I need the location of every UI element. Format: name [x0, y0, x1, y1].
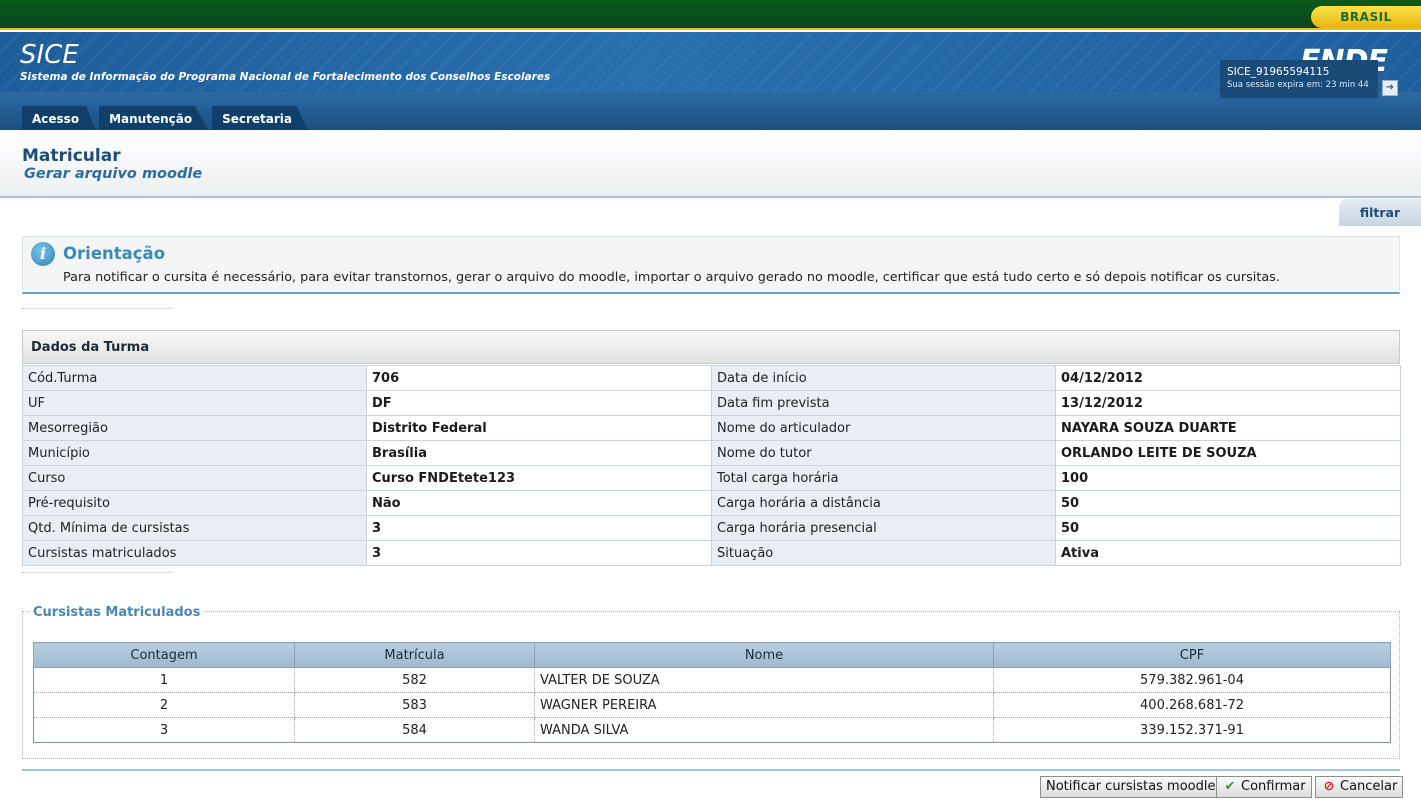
cell-cpf: 339.152.371-91: [993, 717, 1391, 743]
footer-divider: [22, 769, 1400, 771]
field-label: UF: [22, 390, 367, 416]
cell-nome: WAGNER PEREIRA: [534, 692, 994, 718]
table-row: Mesorregião Distrito Federal Nome do art…: [22, 415, 1401, 441]
cancel-icon: ⊘: [1323, 779, 1335, 794]
menu-tab-manutencao[interactable]: Manutenção: [99, 106, 209, 130]
cell-contagem: 2: [33, 692, 295, 718]
notify-moodle-label: Notificar cursistas moodle: [1046, 779, 1216, 794]
cell-matricula: 582: [294, 667, 535, 693]
field-value: 100: [1055, 465, 1401, 491]
enrolled-table: Contagem Matrícula Nome CPF 1 582 VALTER…: [33, 642, 1391, 743]
cell-matricula: 583: [294, 692, 535, 718]
table-header-row: Contagem Matrícula Nome CPF: [33, 642, 1391, 668]
app-header: SICE Sistema de Informação do Programa N…: [0, 32, 1421, 130]
field-value: 13/12/2012: [1055, 390, 1401, 416]
cell-matricula: 584: [294, 717, 535, 743]
field-label: Nome do tutor: [711, 440, 1056, 466]
field-label: Nome do articulador: [711, 415, 1056, 441]
cancel-label: Cancelar: [1340, 779, 1398, 794]
cell-contagem: 1: [33, 667, 295, 693]
table-row: Cód.Turma 706 Data de início 04/12/2012: [22, 365, 1401, 391]
divider: [22, 572, 172, 573]
page-subtitle: Gerar arquivo moodle: [24, 166, 203, 182]
field-label: Data de início: [711, 365, 1056, 391]
field-value: 706: [366, 365, 712, 391]
field-value: Distrito Federal: [366, 415, 712, 441]
table-row: Cursistas matriculados 3 Situação Ativa: [22, 540, 1401, 566]
page-title-bar: Matricular Gerar arquivo moodle: [0, 130, 1421, 198]
orientation-box: i Orientação Para notificar o cursita é …: [22, 236, 1400, 294]
field-label: Curso: [22, 465, 367, 491]
field-value: 50: [1055, 490, 1401, 516]
field-label: Pré-requisito: [22, 490, 367, 516]
brasil-logo[interactable]: BRASIL: [1311, 6, 1421, 28]
cell-cpf: 400.268.681-72: [993, 692, 1391, 718]
field-value: Não: [366, 490, 712, 516]
enrolled-legend: Cursistas Matriculados: [30, 605, 204, 620]
cell-nome: WANDA SILVA: [534, 717, 994, 743]
app-logo: SICE: [20, 40, 79, 70]
field-value: NAYARA SOUZA DUARTE: [1055, 415, 1401, 441]
table-row: Município Brasília Nome do tutor ORLANDO…: [22, 440, 1401, 466]
menu-tab-acesso[interactable]: Acesso: [22, 106, 96, 130]
field-value: Curso FNDEtete123: [366, 465, 712, 491]
session-info: SICE_91965594115 Sua sessão expira em: 2…: [1220, 60, 1378, 98]
page-title: Matricular: [22, 146, 121, 166]
table-row: Pré-requisito Não Carga horária a distân…: [22, 490, 1401, 516]
column-header-matricula[interactable]: Matrícula: [294, 642, 535, 668]
field-label: Qtd. Mínima de cursistas: [22, 515, 367, 541]
table-row[interactable]: 3 584 WANDA SILVA 339.152.371-91: [33, 717, 1391, 743]
session-expiry: Sua sessão expira em: 23 min 44: [1227, 80, 1369, 90]
field-value: 3: [366, 540, 712, 566]
field-label: Cód.Turma: [22, 365, 367, 391]
cell-nome: VALTER DE SOUZA: [534, 667, 994, 693]
confirm-label: Confirmar: [1241, 779, 1306, 794]
notify-moodle-button[interactable]: Notificar cursistas moodle: [1040, 776, 1222, 798]
table-row[interactable]: 1 582 VALTER DE SOUZA 579.382.961-04: [33, 667, 1391, 693]
field-value: ORLANDO LEITE DE SOUZA: [1055, 440, 1401, 466]
table-row: Curso Curso FNDEtete123 Total carga horá…: [22, 465, 1401, 491]
divider: [22, 308, 172, 309]
main-menu: Acesso Manutenção Secretaria: [22, 106, 308, 130]
menu-tab-secretaria[interactable]: Secretaria: [212, 106, 308, 130]
field-label: Carga horária a distância: [711, 490, 1056, 516]
table-row: Qtd. Mínima de cursistas 3 Carga horária…: [22, 515, 1401, 541]
check-icon: ✔: [1224, 779, 1236, 794]
orientation-text: Para notificar o cursita é necessário, p…: [63, 270, 1280, 285]
confirm-button[interactable]: ✔ Confirmar: [1216, 776, 1312, 798]
field-label: Situação: [711, 540, 1056, 566]
field-label: Total carga horária: [711, 465, 1056, 491]
class-data-title: Dados da Turma: [22, 330, 1400, 364]
field-value: Brasília: [366, 440, 712, 466]
cell-contagem: 3: [33, 717, 295, 743]
cell-cpf: 579.382.961-04: [993, 667, 1391, 693]
orientation-title: Orientação: [63, 244, 166, 263]
filter-tab[interactable]: filtrar: [1339, 199, 1421, 226]
field-value: 50: [1055, 515, 1401, 541]
logout-icon[interactable]: ➜: [1382, 80, 1398, 96]
field-value: DF: [366, 390, 712, 416]
table-row: UF DF Data fim prevista 13/12/2012: [22, 390, 1401, 416]
info-icon: i: [31, 242, 55, 266]
gov-bar: BRASIL: [0, 0, 1421, 30]
field-label: Carga horária presencial: [711, 515, 1056, 541]
field-value: 3: [366, 515, 712, 541]
field-value: Ativa: [1055, 540, 1401, 566]
table-row[interactable]: 2 583 WAGNER PEREIRA 400.268.681-72: [33, 692, 1391, 718]
field-label: Mesorregião: [22, 415, 367, 441]
field-value: 04/12/2012: [1055, 365, 1401, 391]
field-label: Data fim prevista: [711, 390, 1056, 416]
field-label: Cursistas matriculados: [22, 540, 367, 566]
session-id: SICE_91965594115: [1227, 66, 1330, 78]
app-subtitle: Sistema de Informação do Programa Nacion…: [20, 71, 551, 83]
column-header-cpf[interactable]: CPF: [993, 642, 1391, 668]
column-header-nome[interactable]: Nome: [534, 642, 994, 668]
cancel-button[interactable]: ⊘ Cancelar: [1315, 776, 1404, 798]
class-data-table: Cód.Turma 706 Data de início 04/12/2012 …: [22, 365, 1401, 566]
column-header-contagem[interactable]: Contagem: [33, 642, 295, 668]
field-label: Município: [22, 440, 367, 466]
